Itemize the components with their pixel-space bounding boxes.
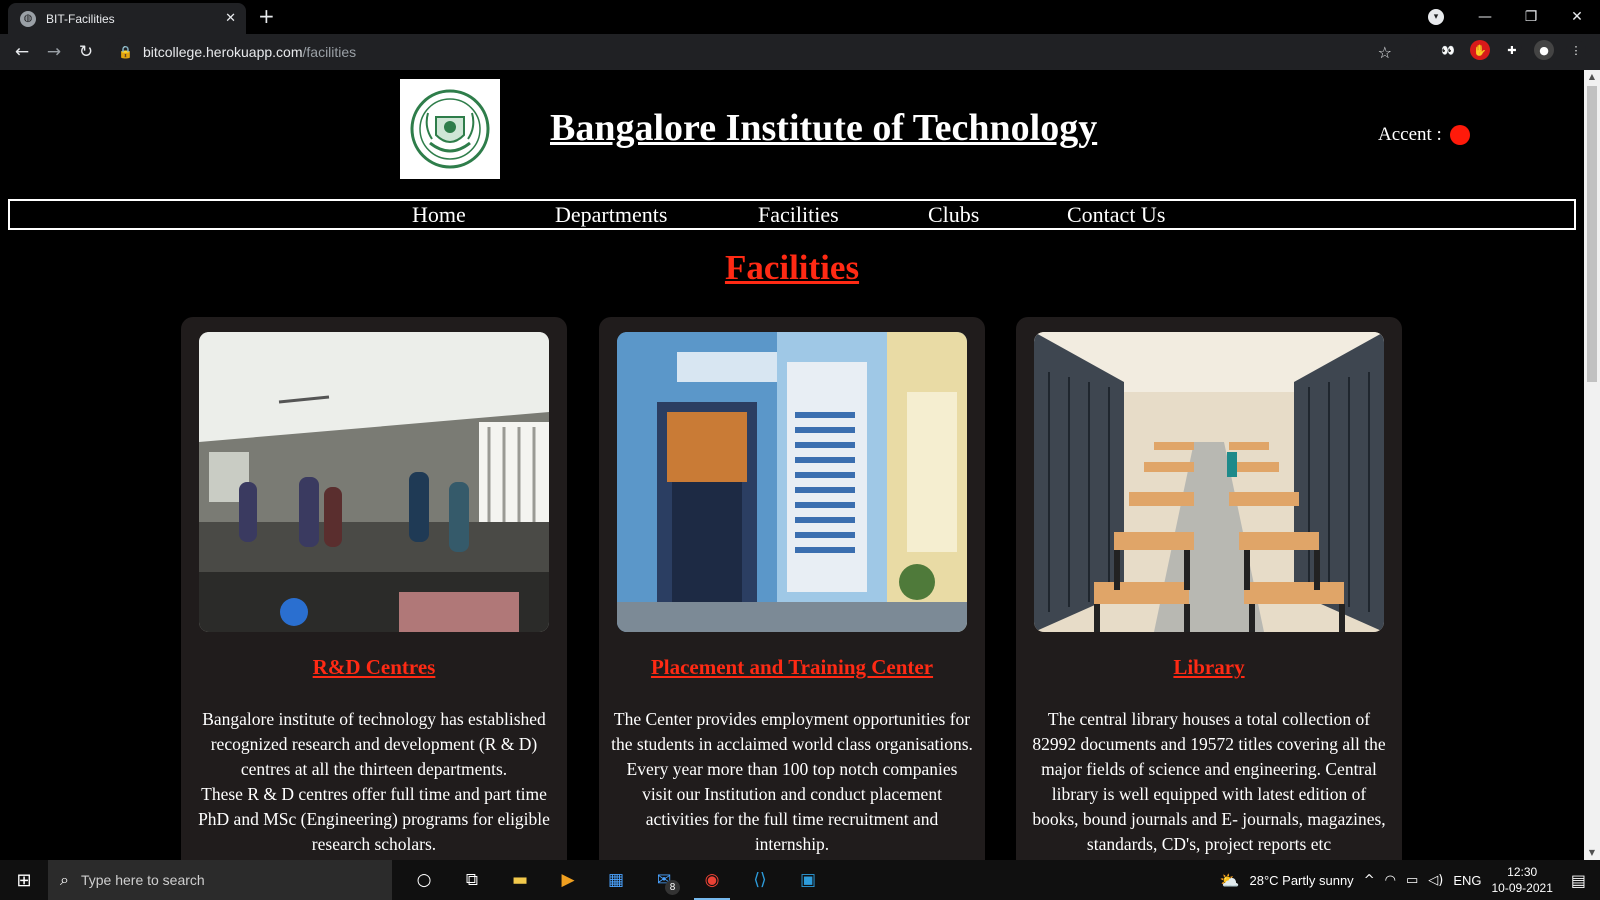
nav-facilities[interactable]: Facilities — [758, 201, 839, 228]
store-icon[interactable]: ▦ — [592, 860, 640, 900]
facility-card-placement: Placement and Training Center The Center… — [599, 317, 985, 860]
extensions-area: 👀 ✋ ✚ ● ⋮ — [1438, 40, 1586, 60]
system-tray: ⛅ 28°C Partly sunny ^ ◠ ▭ ◁) ENG 12:30 1… — [1220, 860, 1600, 900]
nav-clubs[interactable]: Clubs — [928, 201, 979, 228]
back-arrow-icon[interactable]: ← — [6, 42, 38, 62]
file-explorer-icon[interactable]: ▬ — [496, 860, 544, 900]
card-title-rnd[interactable]: R&D Centres — [181, 655, 567, 680]
weather-text[interactable]: 28°C Partly sunny — [1249, 873, 1353, 888]
main-nav: Home Departments Facilities Clubs Contac… — [8, 199, 1576, 230]
search-icon: ⌕ — [60, 870, 69, 889]
new-tab-icon[interactable]: + — [258, 6, 275, 26]
card-title-placement[interactable]: Placement and Training Center — [599, 655, 985, 680]
mail-badge: 8 — [665, 880, 680, 895]
scroll-up-icon[interactable]: ▲ — [1584, 70, 1600, 84]
battery-icon[interactable]: ▭ — [1406, 873, 1418, 888]
close-window-icon[interactable]: ✕ — [1554, 9, 1600, 25]
placement-center-photo — [617, 332, 967, 632]
extension-shield-icon[interactable]: ✋ — [1470, 40, 1490, 60]
browser-tab-strip: ◍ BIT-Facilities ✕ + ▾ — ❐ ✕ — [0, 0, 1600, 34]
url-host: bitcollege.herokuapp.com — [142, 44, 303, 60]
accent-picker: Accent : — [1378, 124, 1470, 146]
language-indicator[interactable]: ENG — [1453, 873, 1481, 888]
browser-toolbar: ← → ↻ 🔒 bitcollege.herokuapp.com/facilit… — [0, 34, 1600, 70]
scroll-down-icon[interactable]: ▼ — [1584, 846, 1600, 860]
forward-arrow-icon[interactable]: → — [38, 42, 70, 62]
url-path: /facilities — [302, 44, 357, 60]
nav-departments[interactable]: Departments — [555, 201, 667, 228]
card-text-library: The central library houses a total colle… — [1032, 709, 1386, 854]
tab-title: BIT-Facilities — [46, 11, 115, 26]
site-title[interactable]: Bangalore Institute of Technology — [550, 106, 1097, 150]
volume-icon[interactable]: ◁) — [1428, 873, 1443, 888]
college-logo — [400, 79, 500, 179]
college-emblem-icon — [410, 89, 490, 169]
window-controls: ▾ — ❐ ✕ — [1428, 0, 1600, 34]
globe-icon: ◍ — [20, 10, 36, 27]
windows-start-icon[interactable]: ⊞ — [0, 870, 48, 891]
page-viewport: Bangalore Institute of Technology Accent… — [0, 70, 1584, 860]
chevron-up-icon[interactable]: ^ — [1364, 873, 1375, 888]
browser-tab[interactable]: ◍ BIT-Facilities ✕ — [8, 3, 246, 34]
wifi-icon[interactable]: ◠ — [1385, 873, 1396, 888]
clock-date: 10-09-2021 — [1491, 881, 1553, 895]
page-title: Facilities — [724, 248, 860, 287]
taskbar-apps: ○ ⧉ ▬ ▶ ▦ ✉ 8 ◉ ⟨⟩ ▣ — [400, 860, 832, 900]
nav-home[interactable]: Home — [412, 201, 466, 228]
extensions-puzzle-icon[interactable]: ✚ — [1502, 40, 1522, 60]
bookmark-star-icon[interactable]: ☆ — [1378, 43, 1392, 62]
address-bar[interactable]: 🔒 bitcollege.herokuapp.com/facilities ☆ — [108, 38, 1418, 66]
rnd-lab-photo — [199, 332, 549, 632]
extension-eyes-icon[interactable]: 👀 — [1438, 40, 1458, 60]
tab-search-icon[interactable]: ▾ — [1428, 9, 1444, 25]
vscode-insiders-icon[interactable]: ▣ — [784, 860, 832, 900]
library-photo — [1034, 332, 1384, 632]
media-player-icon[interactable]: ▶ — [544, 860, 592, 900]
vscode-icon[interactable]: ⟨⟩ — [736, 860, 784, 900]
weather-icon[interactable]: ⛅ — [1220, 871, 1240, 890]
accent-label: Accent : — [1378, 124, 1442, 145]
task-view-icon[interactable]: ⧉ — [448, 860, 496, 900]
taskbar-search[interactable]: ⌕ Type here to search — [48, 860, 392, 900]
windows-taskbar: ⊞ ⌕ Type here to search ○ ⧉ ▬ ▶ ▦ ✉ 8 ◉ ⟨… — [0, 860, 1600, 900]
clock-time: 12:30 — [1507, 865, 1538, 879]
minimize-icon[interactable]: — — [1462, 9, 1508, 25]
notification-icon[interactable]: ▤ — [1571, 871, 1586, 890]
cortana-icon[interactable]: ○ — [400, 860, 448, 900]
accent-color-swatch[interactable] — [1449, 125, 1470, 145]
nav-contact-us[interactable]: Contact Us — [1067, 201, 1165, 228]
clock[interactable]: 12:30 10-09-2021 — [1491, 864, 1552, 896]
page-scrollbar[interactable]: ▲ ▼ — [1584, 70, 1600, 860]
facility-card-rnd: R&D Centres Bangalore institute of techn… — [181, 317, 567, 860]
card-text-rnd: Bangalore institute of technology has es… — [198, 709, 550, 854]
restore-icon[interactable]: ❐ — [1508, 9, 1554, 25]
close-tab-icon[interactable]: ✕ — [225, 11, 236, 26]
lock-icon[interactable]: 🔒 — [118, 45, 133, 59]
chrome-icon[interactable]: ◉ — [688, 860, 736, 900]
scroll-thumb[interactable] — [1587, 86, 1597, 382]
browser-menu-icon[interactable]: ⋮ — [1566, 40, 1586, 60]
card-title-library[interactable]: Library — [1016, 655, 1402, 680]
search-placeholder: Type here to search — [80, 872, 205, 888]
reload-icon[interactable]: ↻ — [70, 42, 102, 62]
profile-avatar[interactable]: ● — [1534, 40, 1554, 60]
card-text-placement: The Center provides employment opportuni… — [611, 709, 973, 854]
mail-icon[interactable]: ✉ 8 — [640, 860, 688, 900]
facility-card-library: Library The central library houses a tot… — [1016, 317, 1402, 860]
